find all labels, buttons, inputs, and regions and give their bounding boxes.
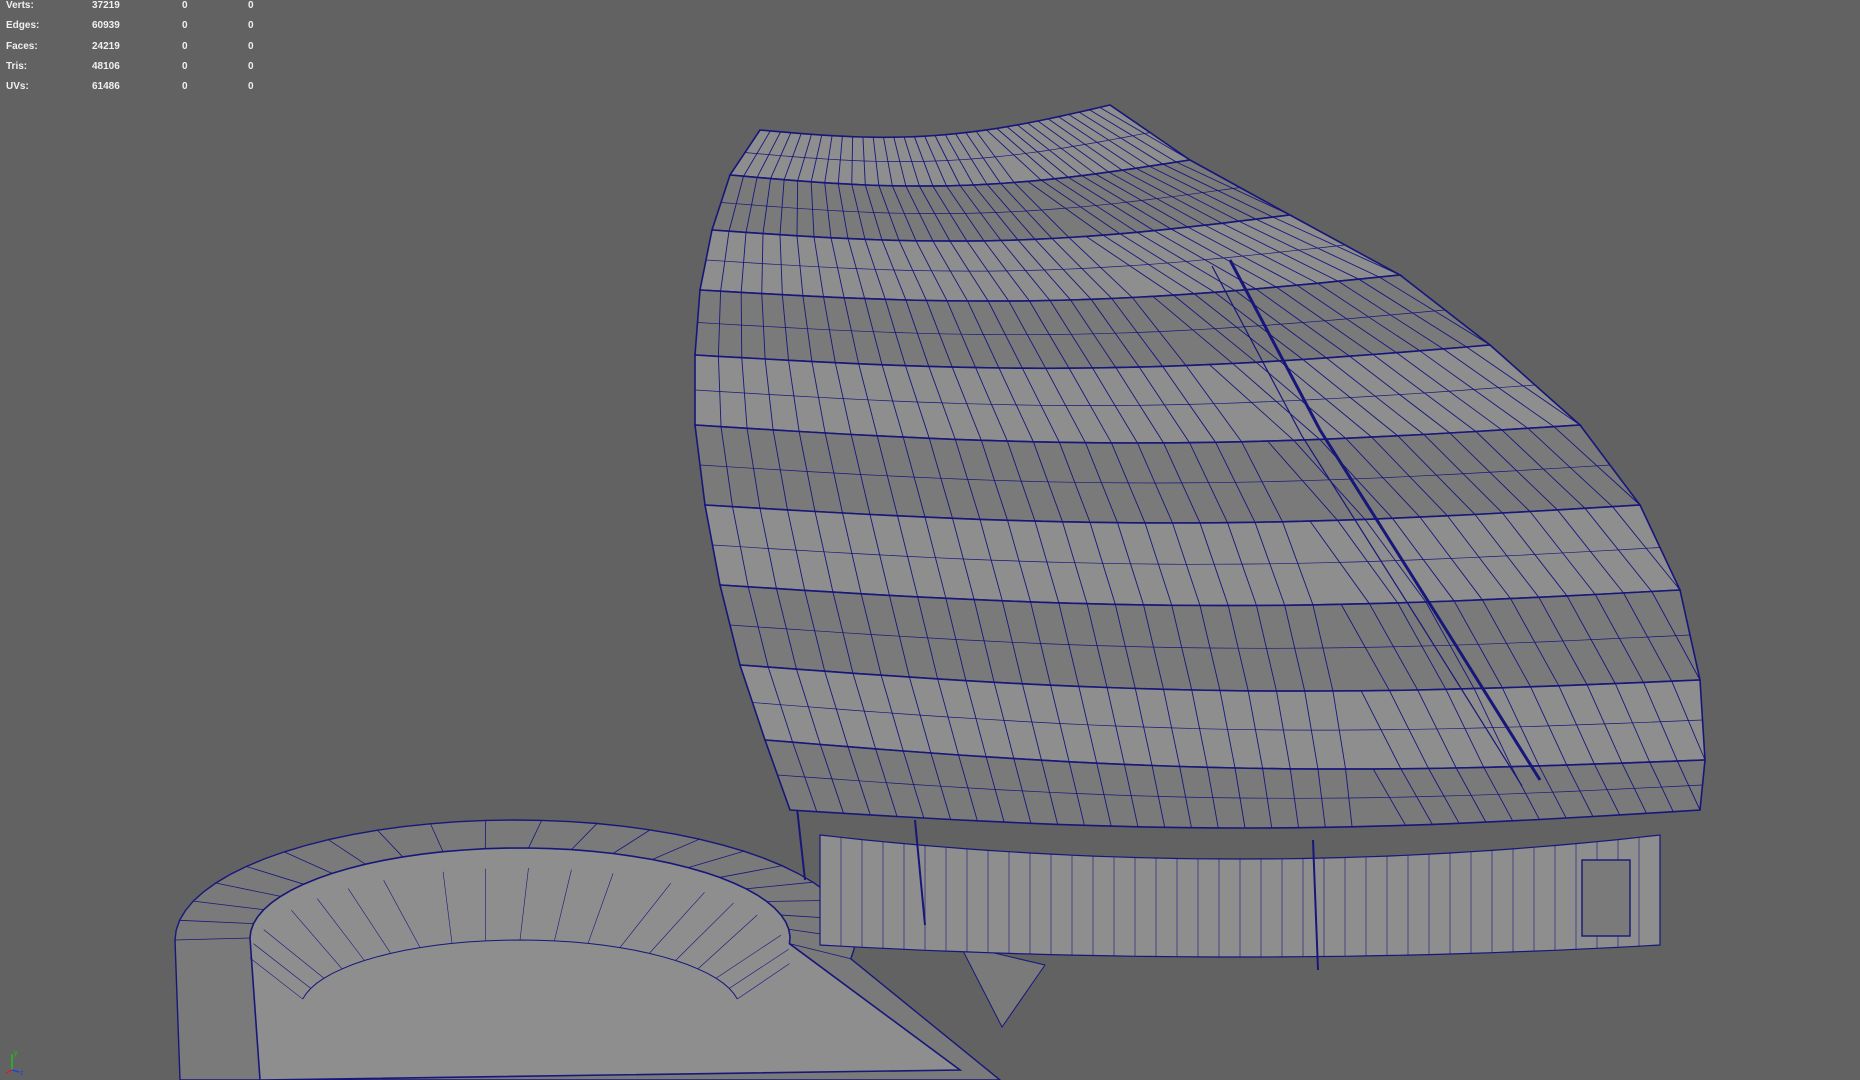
axis-gizmo-icon: y z xyxy=(5,1050,24,1076)
svg-text:z: z xyxy=(20,1070,24,1076)
hud-value: 37219 xyxy=(92,0,120,11)
hud-value-extra: 0 xyxy=(248,40,254,52)
hud-value-selected: 0 xyxy=(182,60,188,72)
hud-value: 48106 xyxy=(92,60,120,72)
hud-value-extra: 0 xyxy=(248,20,254,32)
pod-wing xyxy=(959,944,1046,1028)
3d-viewport[interactable]: Verts: 37219 0 0 Edges: 60939 0 0 Faces:… xyxy=(0,0,1860,1080)
hud-value: 60939 xyxy=(92,20,120,32)
hud-label: UVs: xyxy=(6,81,29,93)
hud-value-extra: 0 xyxy=(248,81,254,93)
hud-value-extra: 0 xyxy=(248,60,254,72)
hud-value-selected: 0 xyxy=(182,81,188,93)
hud-value-selected: 0 xyxy=(182,0,188,11)
hud-label: Tris: xyxy=(6,60,28,72)
hud-label: Edges: xyxy=(6,20,40,32)
entrance-block xyxy=(1581,859,1631,937)
hud-label: Verts: xyxy=(6,0,34,11)
svg-text:y: y xyxy=(14,1050,18,1057)
hud-value-extra: 0 xyxy=(248,0,254,11)
hud-value-selected: 0 xyxy=(182,20,188,32)
hud-value: 61486 xyxy=(92,81,120,93)
hud-value: 24219 xyxy=(92,40,120,52)
wireframe-scene[interactable] xyxy=(0,0,1860,1080)
hud-label: Faces: xyxy=(6,40,38,52)
hud-value-selected: 0 xyxy=(182,40,188,52)
dome-building-mesh[interactable] xyxy=(694,104,1706,829)
